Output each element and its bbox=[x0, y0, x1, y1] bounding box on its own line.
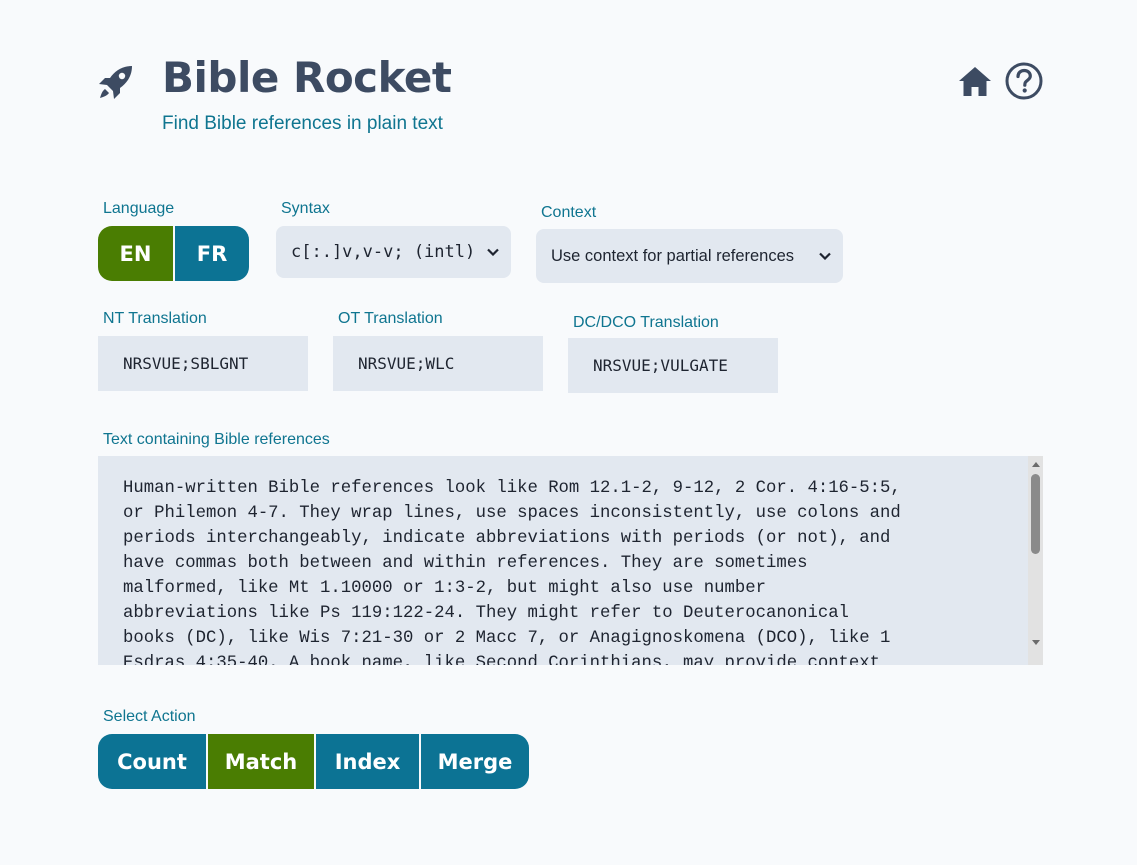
scroll-thumb[interactable] bbox=[1031, 474, 1040, 554]
ot-translation-label: OT Translation bbox=[338, 310, 443, 327]
nt-translation-input[interactable]: NRSVUE;SBLGNT bbox=[98, 336, 308, 391]
rocket-icon bbox=[99, 66, 132, 99]
syntax-value: c[:.]v,v-v; (intl) bbox=[291, 242, 476, 262]
language-label: Language bbox=[103, 200, 175, 217]
merge-button[interactable]: Merge bbox=[419, 734, 529, 789]
index-button[interactable]: Index bbox=[314, 734, 419, 789]
chevron-down-icon bbox=[487, 248, 499, 256]
context-label: Context bbox=[541, 204, 597, 221]
syntax-label: Syntax bbox=[281, 200, 330, 217]
context-select[interactable]: Use context for partial references bbox=[536, 229, 843, 283]
action-buttons: Count Match Index Merge bbox=[98, 734, 529, 789]
dc-translation-label: DC/DCO Translation bbox=[573, 314, 719, 331]
language-fr-button[interactable]: FR bbox=[173, 226, 249, 281]
language-toggle: EN FR bbox=[98, 226, 249, 281]
text-input-label: Text containing Bible references bbox=[103, 431, 330, 448]
select-action-label: Select Action bbox=[103, 708, 196, 725]
dc-translation-input[interactable]: NRSVUE;VULGATE bbox=[568, 338, 778, 393]
textarea-scrollbar[interactable] bbox=[1028, 456, 1043, 665]
help-icon[interactable] bbox=[1004, 61, 1044, 101]
home-icon[interactable] bbox=[957, 63, 993, 99]
scroll-down-arrow-icon[interactable] bbox=[1032, 640, 1040, 645]
textarea-content: Human-written Bible references look like… bbox=[123, 479, 901, 665]
nt-translation-label: NT Translation bbox=[103, 310, 207, 327]
scroll-up-arrow-icon[interactable] bbox=[1032, 462, 1040, 467]
syntax-select[interactable]: c[:.]v,v-v; (intl) bbox=[276, 226, 511, 278]
context-value: Use context for partial references bbox=[551, 246, 795, 265]
page-subtitle: Find Bible references in plain text bbox=[162, 113, 443, 134]
language-en-button[interactable]: EN bbox=[98, 226, 173, 281]
ot-translation-input[interactable]: NRSVUE;WLC bbox=[333, 336, 543, 391]
chevron-down-icon bbox=[819, 252, 831, 260]
count-button[interactable]: Count bbox=[98, 734, 206, 789]
reference-textarea[interactable]: Human-written Bible references look like… bbox=[98, 456, 1043, 665]
match-button[interactable]: Match bbox=[206, 734, 314, 789]
page-title: Bible Rocket bbox=[162, 53, 452, 102]
